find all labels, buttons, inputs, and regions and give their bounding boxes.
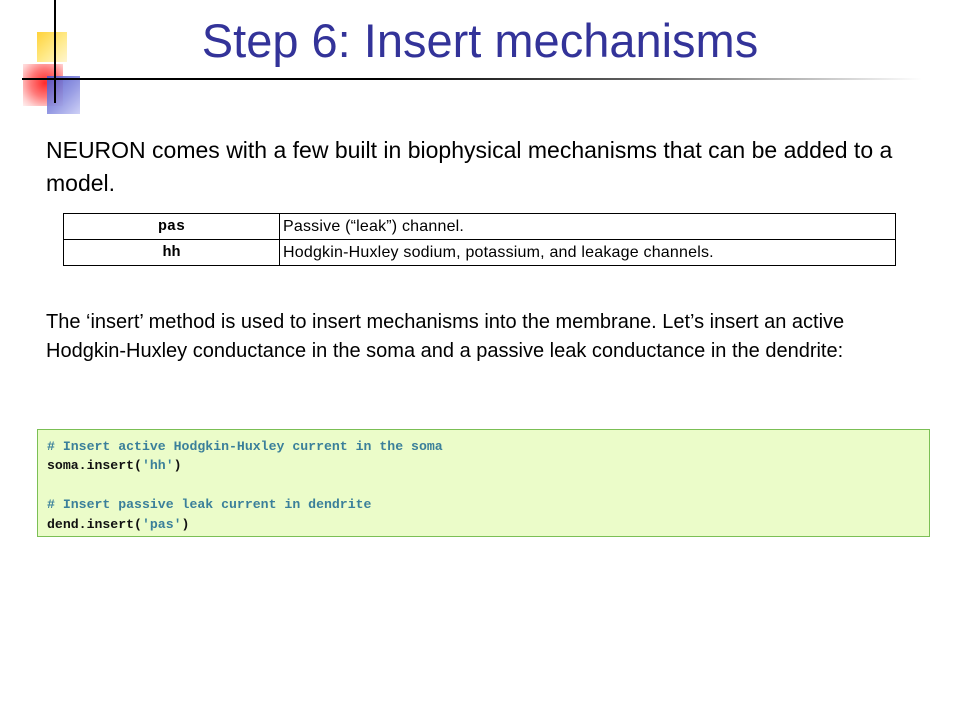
title-underline-rule xyxy=(22,78,922,80)
code-line: soma.insert('hh') xyxy=(47,456,929,475)
blue-square-decoration xyxy=(47,76,80,114)
mechanism-name: hh xyxy=(63,239,280,266)
code-string: 'hh' xyxy=(141,458,174,474)
code-comment: # Insert passive leak current in dendrit… xyxy=(47,497,372,513)
mechanism-description: Passive (“leak”) channel. xyxy=(279,213,896,240)
code-line: dend.insert('pas') xyxy=(47,515,929,534)
code-paren: ) xyxy=(173,458,182,474)
code-block: # Insert active Hodgkin-Huxley current i… xyxy=(37,429,930,537)
code-call: soma.insert( xyxy=(47,458,142,474)
intro-paragraph: NEURON comes with a few built in biophys… xyxy=(46,137,893,196)
code-paren: ) xyxy=(181,516,190,532)
code-string: 'pas' xyxy=(141,516,182,532)
table-row: pas Passive (“leak”) channel. xyxy=(63,213,896,240)
mechanism-name: pas xyxy=(63,213,280,240)
explanation-paragraph: The ‘insert’ method is used to insert me… xyxy=(46,311,845,362)
mechanism-description: Hodgkin-Huxley sodium, potassium, and le… xyxy=(279,239,896,266)
table-row: hh Hodgkin-Huxley sodium, potassium, and… xyxy=(63,239,896,266)
code-comment: # Insert active Hodgkin-Huxley current i… xyxy=(47,439,443,454)
code-call: dend.insert( xyxy=(47,516,142,532)
mechanisms-table: pas Passive (“leak”) channel. hh Hodgkin… xyxy=(63,213,896,266)
slide-title: Step 6: Insert mechanisms xyxy=(201,14,759,67)
